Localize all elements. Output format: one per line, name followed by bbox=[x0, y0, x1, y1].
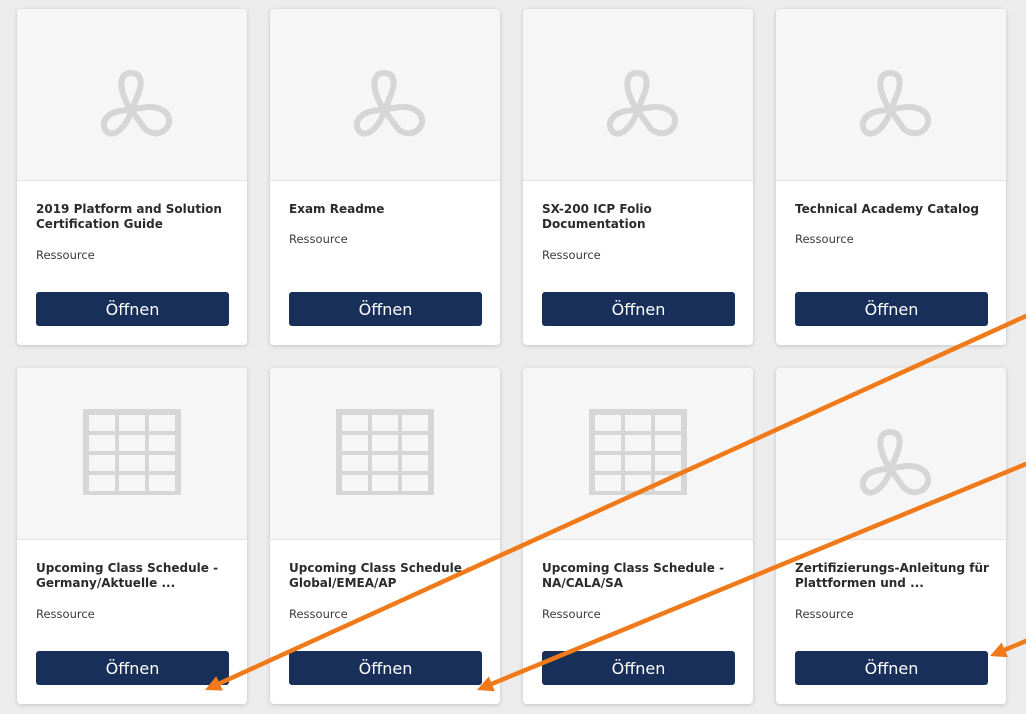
open-button[interactable]: Öffnen bbox=[542, 292, 735, 326]
card-type-label: Ressource bbox=[542, 607, 601, 621]
card-type-label: Ressource bbox=[795, 232, 854, 246]
pdf-icon bbox=[325, 33, 445, 157]
card-type-label: Ressource bbox=[36, 248, 95, 262]
resource-card[interactable]: Technical Academy Catalog Ressource Öffnen bbox=[776, 9, 1006, 345]
open-button[interactable]: Öffnen bbox=[36, 651, 229, 685]
pdf-icon bbox=[72, 33, 192, 157]
card-title: 2019 Platform and Solution Certification… bbox=[36, 202, 222, 231]
card-title: Exam Readme bbox=[289, 202, 385, 216]
card-thumbnail bbox=[776, 368, 1006, 540]
open-button[interactable]: Öffnen bbox=[289, 651, 482, 685]
card-thumbnail bbox=[523, 9, 753, 181]
card-type-label: Ressource bbox=[289, 607, 348, 621]
pdf-icon bbox=[831, 33, 951, 157]
card-thumbnail bbox=[17, 368, 247, 540]
card-type-label: Ressource bbox=[289, 232, 348, 246]
resource-card[interactable]: Exam Readme Ressource Öffnen bbox=[270, 9, 500, 345]
card-type-label: Ressource bbox=[36, 607, 95, 621]
resource-card[interactable]: Zertifizierungs-Anleitung für Plattforme… bbox=[776, 368, 1006, 704]
open-button[interactable]: Öffnen bbox=[795, 651, 988, 685]
resource-card[interactable]: SX-200 ICP Folio Documentation Ressource Ö… bbox=[523, 9, 753, 345]
resource-card[interactable]: Upcoming Class Schedule - NA/CALA/SA Ress… bbox=[523, 368, 753, 704]
spreadsheet-icon bbox=[83, 408, 181, 499]
pdf-icon bbox=[831, 392, 951, 516]
card-thumbnail bbox=[523, 368, 753, 540]
resource-card[interactable]: Upcoming Class Schedule - Global/EMEA/AP… bbox=[270, 368, 500, 704]
open-button[interactable]: Öffnen bbox=[542, 651, 735, 685]
card-thumbnail bbox=[776, 9, 1006, 181]
card-title: Zertifizierungs-Anleitung für Plattforme… bbox=[795, 561, 989, 590]
spreadsheet-icon bbox=[589, 408, 687, 499]
pdf-icon bbox=[578, 33, 698, 157]
open-button[interactable]: Öffnen bbox=[289, 292, 482, 326]
card-thumbnail bbox=[17, 9, 247, 181]
resource-card[interactable]: Upcoming Class Schedule - Germany/Aktuel… bbox=[17, 368, 247, 704]
open-button[interactable]: Öffnen bbox=[795, 292, 988, 326]
spreadsheet-icon bbox=[336, 408, 434, 499]
resource-card[interactable]: 2019 Platform and Solution Certification… bbox=[17, 9, 247, 345]
card-type-label: Ressource bbox=[795, 607, 854, 621]
card-thumbnail bbox=[270, 368, 500, 540]
card-title: Upcoming Class Schedule - NA/CALA/SA bbox=[542, 561, 725, 590]
card-thumbnail bbox=[270, 9, 500, 181]
card-title: SX-200 ICP Folio Documentation bbox=[542, 202, 652, 231]
card-title: Upcoming Class Schedule - Germany/Aktuel… bbox=[36, 561, 219, 590]
card-title: Technical Academy Catalog bbox=[795, 202, 979, 216]
card-type-label: Ressource bbox=[542, 248, 601, 262]
open-button[interactable]: Öffnen bbox=[36, 292, 229, 326]
card-title: Upcoming Class Schedule - Global/EMEA/AP bbox=[289, 561, 472, 590]
